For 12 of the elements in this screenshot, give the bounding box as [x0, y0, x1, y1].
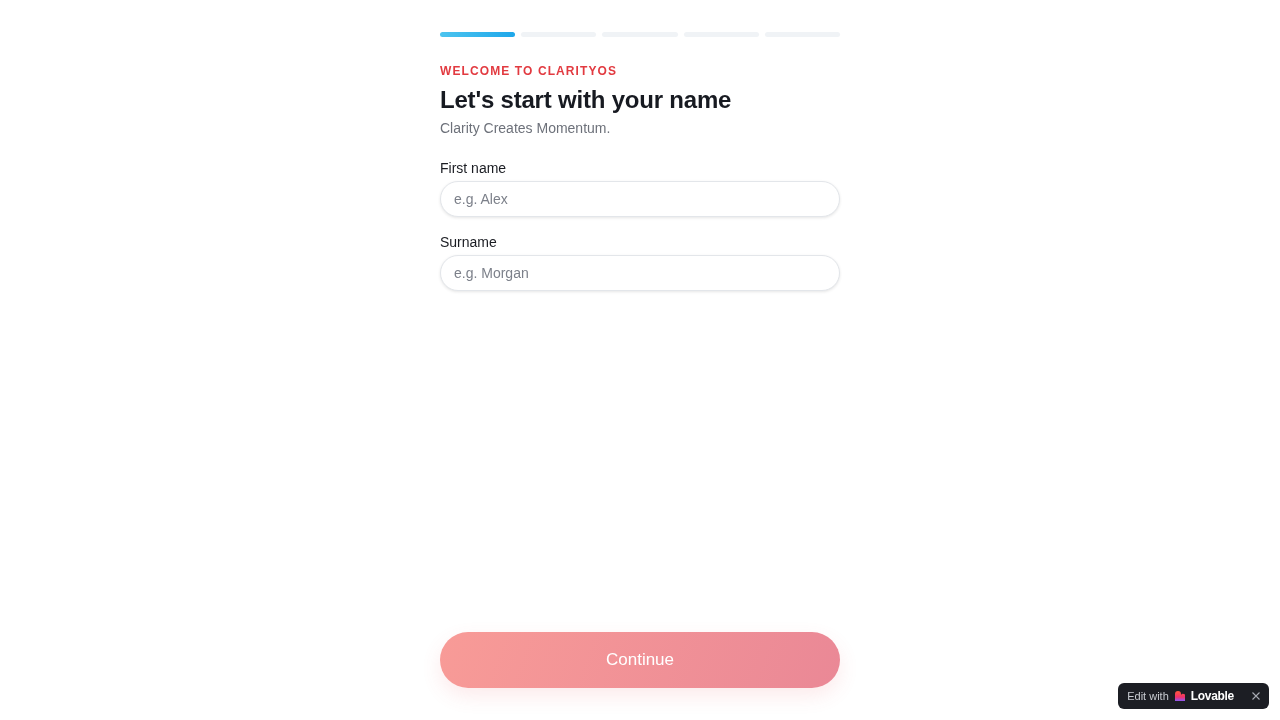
- text-input[interactable]: e.g. Alex: [440, 181, 840, 217]
- badge-brand: Lovable: [1190, 689, 1234, 703]
- page-heading: Let's start with your name: [440, 85, 733, 115]
- eyebrow-text: WELCOME TO CLARITYOS: [440, 63, 619, 79]
- badge-prefix: Edit with: [1127, 690, 1169, 702]
- edit-badge[interactable]: Edit with Lovable: [1118, 683, 1269, 709]
- text-input[interactable]: e.g. Morgan: [440, 255, 840, 291]
- logo-icon: [1174, 691, 1185, 701]
- close-icon[interactable]: [1252, 692, 1260, 700]
- subtitle-text: Clarity Creates Momentum.: [440, 119, 612, 137]
- field-label: First name: [440, 159, 508, 177]
- field-label: Surname: [440, 233, 498, 251]
